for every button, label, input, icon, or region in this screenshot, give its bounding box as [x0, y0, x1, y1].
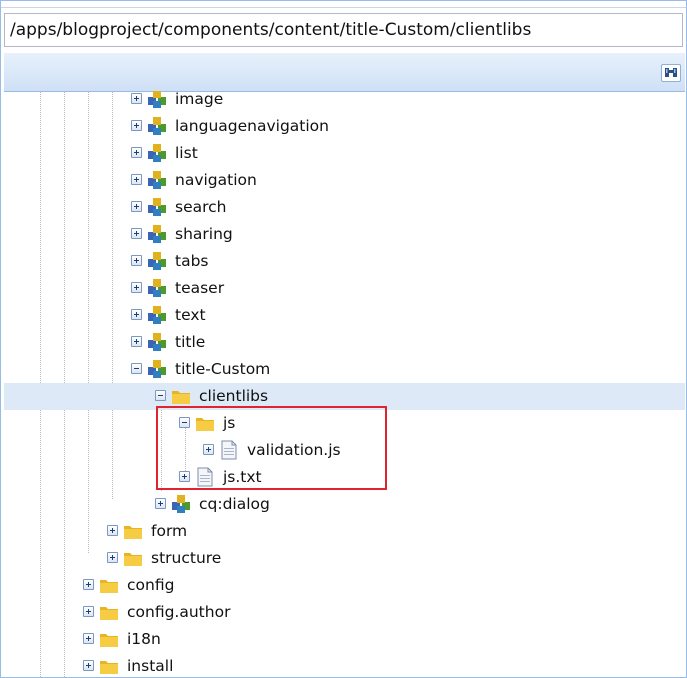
- find-button[interactable]: [661, 64, 681, 82]
- tree-node-label: languagenavigation: [175, 117, 329, 135]
- expand-toggle[interactable]: [131, 282, 142, 293]
- expand-toggle[interactable]: [131, 255, 142, 266]
- expand-toggle[interactable]: [155, 498, 166, 509]
- folder-icon: [124, 526, 142, 539]
- tree-node-label: text: [175, 306, 206, 324]
- tree-node-label: clientlibs: [199, 387, 269, 405]
- expand-toggle[interactable]: [131, 309, 142, 320]
- tree-node-label: teaser: [175, 279, 225, 297]
- tree-node[interactable]: list: [4, 140, 685, 167]
- tree-node-label: title-Custom: [175, 360, 271, 378]
- tree-node[interactable]: config: [4, 572, 685, 599]
- expand-toggle[interactable]: [107, 525, 118, 536]
- tree-node[interactable]: cq:dialog: [4, 491, 685, 518]
- tree-node[interactable]: navigation: [4, 167, 685, 194]
- component-icon: [148, 171, 166, 189]
- component-icon: [148, 333, 166, 351]
- tree-node[interactable]: structure: [4, 545, 685, 572]
- folder-icon: [172, 391, 190, 404]
- tree-node[interactable]: tabs: [4, 248, 685, 275]
- tree-node[interactable]: search: [4, 194, 685, 221]
- tree-node[interactable]: image: [4, 91, 685, 113]
- expand-toggle[interactable]: [131, 228, 142, 239]
- component-icon: [148, 252, 166, 270]
- tree-node[interactable]: config.author: [4, 599, 685, 626]
- tree-node-label: sharing: [175, 225, 233, 243]
- crxde-window: /apps/blogproject/components/content/tit…: [0, 0, 687, 678]
- top-strip: [1, 1, 686, 8]
- tree-node-label: structure: [151, 549, 222, 567]
- tree-node[interactable]: form: [4, 518, 685, 545]
- tree-node[interactable]: i18n: [4, 626, 685, 653]
- component-icon: [148, 117, 166, 135]
- tree-node-label: image: [175, 91, 224, 108]
- path-text: /apps/blogproject/components/content/tit…: [10, 20, 532, 40]
- tree-node[interactable]: install: [4, 653, 685, 677]
- tree-node[interactable]: title-Custom: [4, 356, 685, 383]
- folder-icon: [100, 607, 118, 620]
- tree-node[interactable]: text: [4, 302, 685, 329]
- expand-toggle[interactable]: [131, 174, 142, 185]
- component-icon: [148, 279, 166, 297]
- tree-node[interactable]: sharing: [4, 221, 685, 248]
- tree-node-label: navigation: [175, 171, 257, 189]
- tree-node-label: cq:dialog: [199, 495, 270, 513]
- collapse-toggle[interactable]: [131, 363, 142, 374]
- component-icon: [148, 360, 166, 378]
- component-icon: [172, 495, 190, 513]
- tree-node-label: i18n: [127, 630, 161, 648]
- expand-toggle[interactable]: [131, 201, 142, 212]
- tree-node-label: tabs: [175, 252, 209, 270]
- binoculars-icon: [665, 68, 677, 77]
- tree-node-label: config: [127, 576, 175, 594]
- expand-toggle[interactable]: [131, 93, 142, 104]
- folder-icon: [100, 661, 118, 674]
- tree-node-label: list: [175, 144, 198, 162]
- expand-toggle[interactable]: [131, 336, 142, 347]
- expand-toggle[interactable]: [83, 633, 94, 644]
- collapse-toggle[interactable]: [155, 390, 166, 401]
- component-icon: [148, 306, 166, 324]
- tree-node-label: config.author: [127, 603, 231, 621]
- component-icon: [148, 91, 166, 108]
- tree-node[interactable]: title: [4, 329, 685, 356]
- tree-node-label: title: [175, 333, 206, 351]
- expand-toggle[interactable]: [131, 120, 142, 131]
- tree-node-label: search: [175, 198, 227, 216]
- tree-node[interactable]: teaser: [4, 275, 685, 302]
- path-address-bar[interactable]: /apps/blogproject/components/content/tit…: [4, 13, 683, 47]
- tree-node-label: form: [151, 522, 188, 540]
- expand-toggle[interactable]: [107, 552, 118, 563]
- component-icon: [148, 144, 166, 162]
- expand-toggle[interactable]: [83, 660, 94, 671]
- folder-icon: [100, 634, 118, 647]
- annotation-highlight-box: [156, 406, 387, 490]
- repository-tree: image languagenavigation list navigation…: [4, 91, 685, 677]
- folder-icon: [124, 553, 142, 566]
- expand-toggle[interactable]: [83, 606, 94, 617]
- folder-icon: [100, 580, 118, 593]
- tree-node-label: install: [127, 657, 174, 675]
- component-icon: [148, 198, 166, 216]
- tree-node[interactable]: languagenavigation: [4, 113, 685, 140]
- component-icon: [148, 225, 166, 243]
- expand-toggle[interactable]: [83, 579, 94, 590]
- tree-toolbar: [4, 53, 685, 92]
- expand-toggle[interactable]: [131, 147, 142, 158]
